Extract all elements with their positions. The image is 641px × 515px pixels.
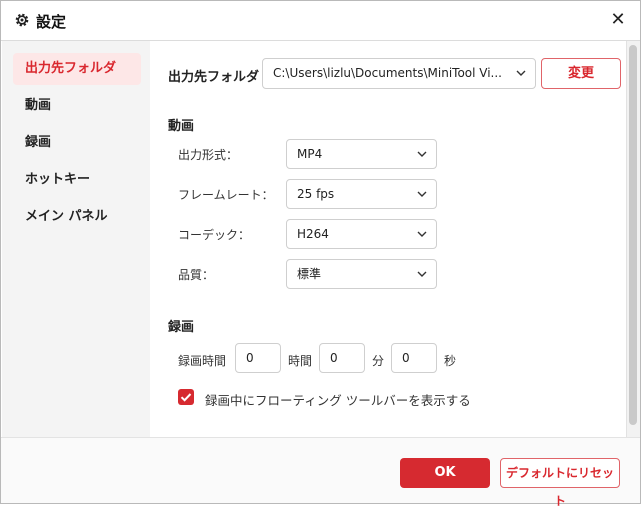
output-format-select[interactable]: MP4 bbox=[286, 139, 437, 169]
floating-toolbar-checkbox[interactable] bbox=[178, 389, 194, 405]
reset-defaults-button[interactable]: デフォルトにリセット bbox=[500, 458, 620, 508]
quality-value: 標準 bbox=[297, 267, 322, 281]
minutes-unit: 分 bbox=[372, 354, 385, 368]
recording-section-heading: 録画 bbox=[168, 320, 195, 335]
frame-rate-value: 25 fps bbox=[297, 187, 335, 201]
chevron-down-icon bbox=[417, 191, 427, 197]
change-folder-button[interactable]: 変更 bbox=[541, 58, 621, 89]
checkmark-icon bbox=[180, 393, 192, 402]
sidebar-item-video[interactable]: 動画 bbox=[13, 90, 141, 122]
video-section-heading: 動画 bbox=[168, 119, 195, 134]
codec-value: H264 bbox=[297, 227, 329, 241]
gear-icon bbox=[15, 13, 29, 27]
sidebar-item-output-folder[interactable]: 出力先フォルダ bbox=[13, 53, 141, 85]
output-folder-path: C:\Users\lizlu\Documents\MiniTool Vi... bbox=[273, 66, 502, 80]
output-folder-path-select[interactable]: C:\Users\lizlu\Documents\MiniTool Vi... bbox=[262, 58, 536, 89]
floating-toolbar-label[interactable]: 録画中にフローティング ツールバーを表示する bbox=[205, 390, 471, 409]
sidebar-item-hotkey[interactable]: ホットキー bbox=[13, 164, 141, 196]
title-bar: 設定 ✕ bbox=[1, 1, 640, 40]
scrollbar-thumb[interactable] bbox=[629, 45, 637, 425]
codec-label: コーデック： bbox=[178, 228, 251, 242]
settings-sidebar: 出力先フォルダ 動画 録画 ホットキー メイン パネル bbox=[2, 41, 150, 437]
frame-rate-select[interactable]: 25 fps bbox=[286, 179, 437, 209]
chevron-down-icon bbox=[417, 271, 427, 277]
output-folder-label: 出力先フォルダ bbox=[168, 70, 260, 85]
dialog-title: 設定 bbox=[36, 13, 67, 31]
output-format-label: 出力形式： bbox=[178, 148, 239, 162]
frame-rate-label: フレームレート： bbox=[178, 188, 274, 202]
hours-unit: 時間 bbox=[288, 354, 313, 368]
output-format-value: MP4 bbox=[297, 147, 323, 161]
quality-label: 品質： bbox=[178, 268, 215, 282]
close-icon: ✕ bbox=[610, 9, 626, 30]
chevron-down-icon bbox=[417, 151, 427, 157]
recording-duration-label: 録画時間 bbox=[178, 354, 227, 368]
sidebar-item-main-panel[interactable]: メイン パネル bbox=[13, 201, 141, 233]
settings-dialog: 設定 ✕ 出力先フォルダ 動画 録画 ホットキー メイン パネル 出力先フォルダ… bbox=[0, 0, 641, 508]
chevron-down-icon bbox=[516, 70, 526, 76]
seconds-unit: 秒 bbox=[444, 354, 457, 368]
hours-input[interactable] bbox=[235, 343, 281, 373]
sidebar-item-recording[interactable]: 録画 bbox=[13, 127, 141, 159]
minutes-input[interactable] bbox=[319, 343, 365, 373]
ok-button[interactable]: OK bbox=[400, 458, 490, 488]
codec-select[interactable]: H264 bbox=[286, 219, 437, 249]
chevron-down-icon bbox=[417, 231, 427, 237]
quality-select[interactable]: 標準 bbox=[286, 259, 437, 289]
close-button[interactable]: ✕ bbox=[607, 9, 629, 31]
seconds-input[interactable] bbox=[391, 343, 437, 373]
